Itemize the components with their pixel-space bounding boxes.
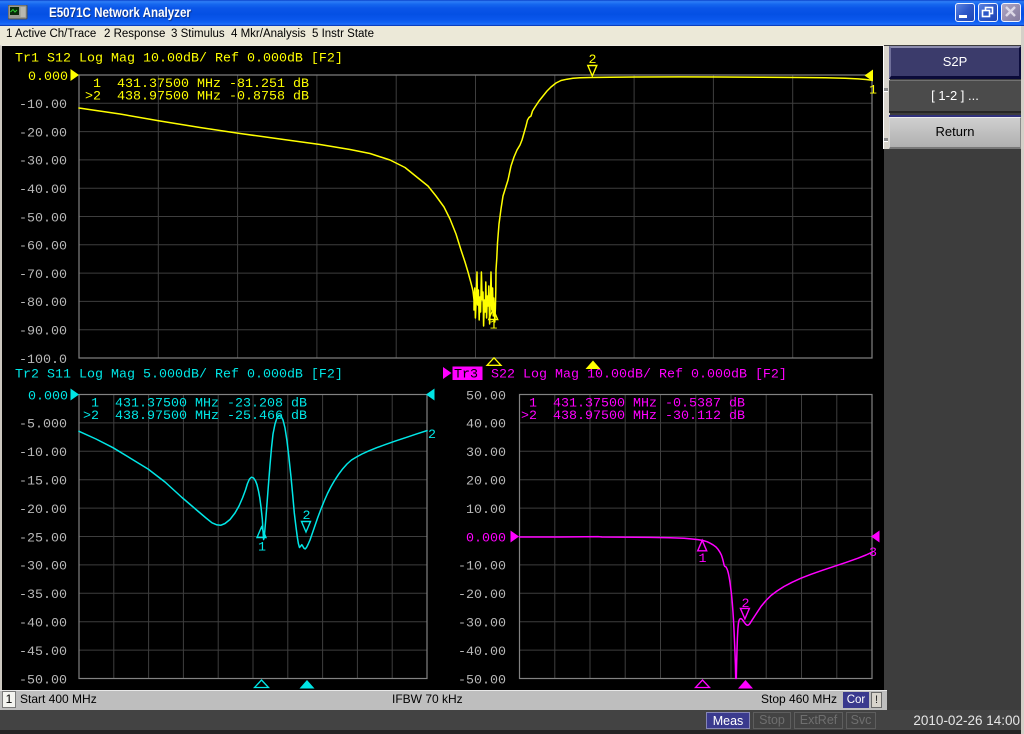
svg-text:1: 1 [869, 84, 877, 99]
svg-text:-20.00: -20.00 [19, 503, 67, 518]
svg-text:-15.00: -15.00 [19, 475, 67, 490]
svg-text:0.000: 0.000 [28, 70, 68, 85]
svg-text:-40.00: -40.00 [458, 645, 506, 660]
svg-text:2: 2 [303, 509, 311, 524]
svg-text:-40.00: -40.00 [19, 183, 67, 198]
svg-text:-30.00: -30.00 [19, 560, 67, 575]
svg-text:>2 438.97500 MHz -30.112 dB: >2 438.97500 MHz -30.112 dB [521, 409, 745, 424]
svg-text:-20.00: -20.00 [19, 126, 67, 141]
svg-text:1: 1 [699, 552, 707, 567]
svg-text:-45.00: -45.00 [19, 645, 67, 660]
svg-text:-10.00: -10.00 [19, 446, 67, 461]
svg-text:-50.00: -50.00 [458, 673, 506, 688]
svg-text:3: 3 [869, 546, 877, 561]
svg-text:-50.00: -50.00 [19, 211, 67, 226]
svg-text:-50.00: -50.00 [19, 673, 67, 688]
svg-text:-60.00: -60.00 [19, 240, 67, 255]
svg-text:2: 2 [589, 53, 597, 68]
svg-text:-35.00: -35.00 [19, 588, 67, 603]
svg-text:0.000: 0.000 [28, 389, 68, 404]
svg-text:>2 438.97500 MHz -25.466 dB: >2 438.97500 MHz -25.466 dB [83, 409, 307, 424]
svg-text:-30.00: -30.00 [19, 155, 67, 170]
svg-text:Tr2 S11 Log Mag 5.000dB/ Ref 0: Tr2 S11 Log Mag 5.000dB/ Ref 0.000dB [F2… [15, 368, 343, 383]
svg-text:2: 2 [742, 597, 750, 612]
svg-text:40.00: 40.00 [466, 418, 506, 433]
svg-text:-5.000: -5.000 [19, 418, 67, 433]
svg-text:0.000: 0.000 [466, 531, 506, 546]
svg-text:-20.00: -20.00 [458, 588, 506, 603]
svg-text:50.00: 50.00 [466, 389, 506, 404]
svg-text:20.00: 20.00 [466, 475, 506, 490]
svg-text:30.00: 30.00 [466, 446, 506, 461]
svg-text:-10.00: -10.00 [19, 98, 67, 113]
svg-text:10.00: 10.00 [466, 503, 506, 518]
svg-text:-80.00: -80.00 [19, 296, 67, 311]
svg-text:2: 2 [428, 428, 436, 443]
svg-text:-90.00: -90.00 [19, 325, 67, 340]
svg-text:Tr3: Tr3 [454, 368, 478, 383]
svg-text:-40.00: -40.00 [19, 617, 67, 632]
svg-text:-30.00: -30.00 [458, 617, 506, 632]
svg-text:Tr1 S12 Log Mag 10.00dB/ Ref 0: Tr1 S12 Log Mag 10.00dB/ Ref 0.000dB [F2… [15, 52, 343, 67]
svg-text:1: 1 [490, 319, 498, 334]
svg-text:>2 438.97500 MHz -0.8758 dB: >2 438.97500 MHz -0.8758 dB [85, 89, 309, 104]
svg-text:-10.00: -10.00 [458, 560, 506, 575]
svg-text:1: 1 [258, 541, 266, 556]
svg-text:S22 Log Mag 10.00dB/ Ref 0.000: S22 Log Mag 10.00dB/ Ref 0.000dB [F2] [483, 368, 787, 383]
svg-text:-70.00: -70.00 [19, 268, 67, 283]
svg-text:-100.0: -100.0 [19, 353, 67, 368]
svg-text:-25.00: -25.00 [19, 531, 67, 546]
